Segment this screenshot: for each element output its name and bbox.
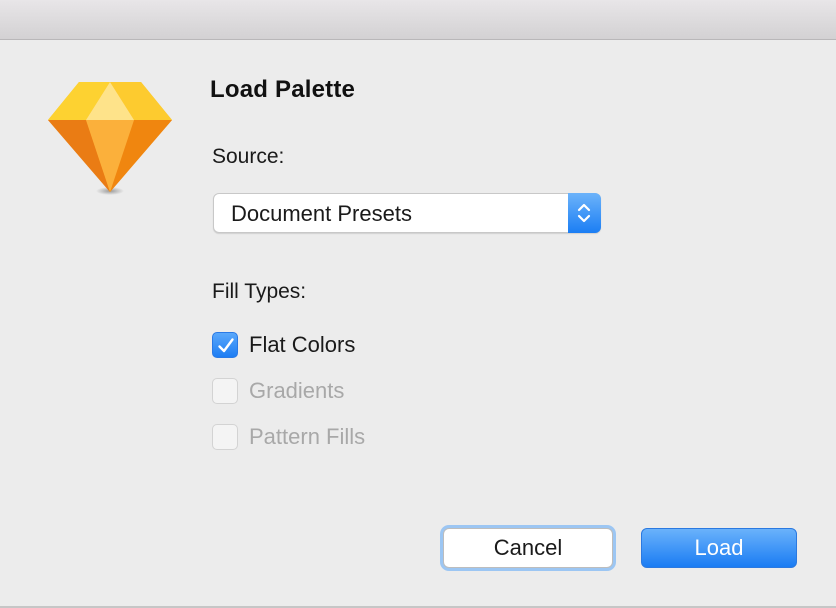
sketch-diamond-icon (46, 78, 174, 200)
pattern-fills-label: Pattern Fills (249, 424, 366, 449)
source-select[interactable]: Document Presets (213, 193, 601, 233)
pattern-fills-checkbox[interactable] (212, 424, 238, 450)
source-label: Source: (212, 145, 285, 168)
pattern-fills-option[interactable]: Pattern Fills (212, 423, 365, 451)
load-button[interactable]: Load (641, 528, 797, 568)
source-select-value: Document Presets (231, 201, 412, 226)
cancel-button[interactable]: Cancel (443, 528, 613, 568)
fill-types-label: Fill Types: (212, 280, 307, 303)
load-palette-dialog: Load Palette Source: Document Presets Fi… (0, 0, 836, 608)
window-titlebar[interactable] (0, 0, 836, 40)
dialog-title: Load Palette (210, 76, 356, 103)
gradients-option[interactable]: Gradients (212, 377, 344, 405)
chevron-up-down-icon[interactable] (568, 193, 601, 233)
gradients-checkbox[interactable] (212, 378, 238, 404)
flat-colors-label[interactable]: Flat Colors (249, 332, 355, 358)
checkmark-icon (218, 338, 234, 353)
flat-colors-checkbox[interactable] (212, 332, 238, 358)
gradients-label: Gradients (249, 378, 345, 403)
flat-colors-option[interactable]: Flat Colors (212, 331, 355, 359)
